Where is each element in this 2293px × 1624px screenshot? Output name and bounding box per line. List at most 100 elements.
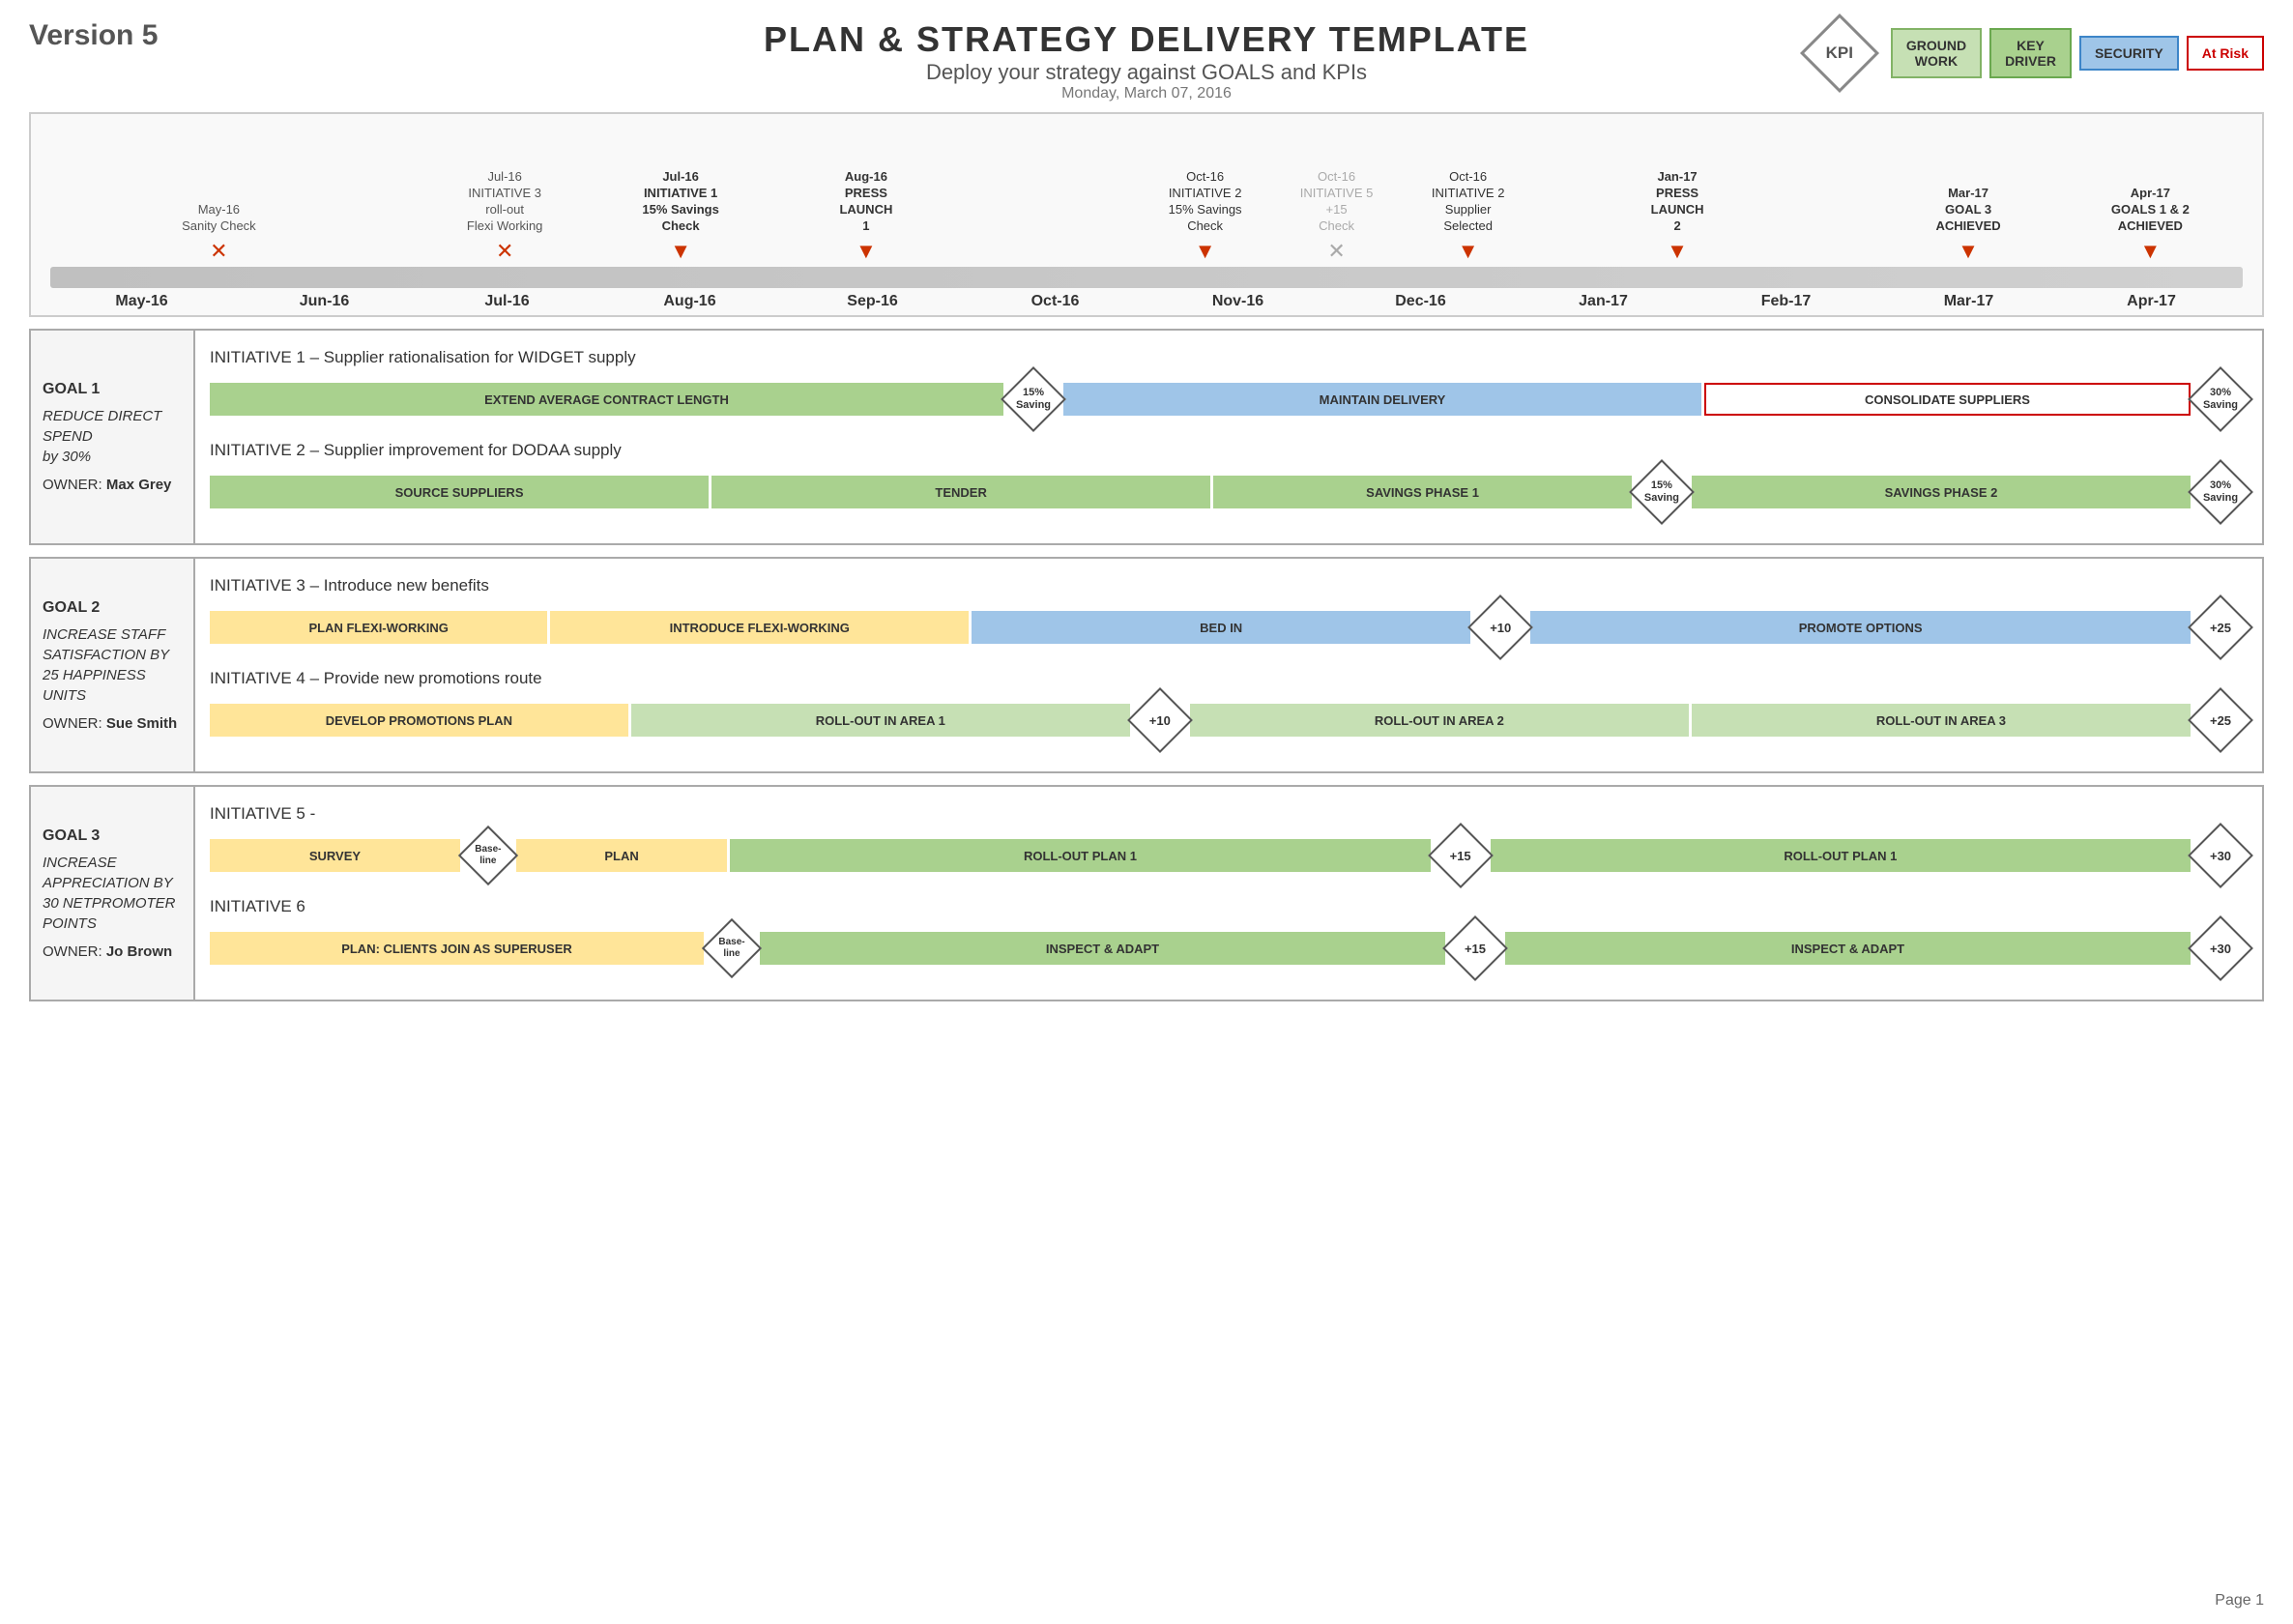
diamond-15pct-saving-2: 15%Saving	[1635, 465, 1689, 519]
month-jun16: Jun-16	[233, 293, 416, 310]
month-apr17: Apr-17	[2060, 293, 2243, 310]
diamond-plus25-2: +25	[2193, 693, 2248, 747]
initiative4-title: INITIATIVE 4 – Provide new promotions ro…	[210, 669, 2248, 688]
milestone-jul16-init3: Jul-16INITIATIVE 3roll-outFlexi Working …	[467, 169, 543, 264]
goal1-sidebar: GOAL 1 REDUCE DIRECT SPENDby 30% OWNER: …	[31, 331, 195, 543]
bar-introduce-flexi: INTRODUCE FLEXI-WORKING	[550, 611, 969, 644]
bar-tender: TENDER	[711, 476, 1210, 508]
diamond-baseline-1: Base-line	[463, 830, 513, 881]
legend-atrisk: At Risk	[2187, 36, 2264, 71]
bar-promote-options: PROMOTE OPTIONS	[1530, 611, 2191, 644]
diamond-plus15-2: +15	[1448, 921, 1502, 975]
month-oct16: Oct-16	[964, 293, 1146, 310]
initiative4-bars: DEVELOP PROMOTIONS PLAN ROLL-OUT IN AREA…	[210, 693, 2248, 747]
kpi-diamond: KPI	[1806, 19, 1873, 87]
initiative3-row: INITIATIVE 3 – Introduce new benefits PL…	[210, 576, 2248, 654]
initiative6-title: INITIATIVE 6	[210, 897, 2248, 916]
goal2-content: INITIATIVE 3 – Introduce new benefits PL…	[195, 559, 2262, 771]
diamond-plus10-1: +10	[1473, 600, 1527, 654]
initiative3-bars: PLAN FLEXI-WORKING INTRODUCE FLEXI-WORKI…	[210, 600, 2248, 654]
legend-security: SECURITY	[2079, 36, 2179, 71]
diamond-plus25-1: +25	[2193, 600, 2248, 654]
diamond-plus30-2: +30	[2193, 921, 2248, 975]
bar-maintain-delivery: MAINTAIN DELIVERY	[1063, 383, 1701, 416]
month-dec16: Dec-16	[1329, 293, 1512, 310]
goal3-description: INCREASE APPRECIATION BY 30 NETPROMOTER …	[43, 853, 182, 934]
initiative3-title: INITIATIVE 3 – Introduce new benefits	[210, 576, 2248, 595]
diamond-30pct-saving-1: 30%Saving	[2193, 372, 2248, 426]
bar-plan-clients: PLAN: CLIENTS JOIN AS SUPERUSER	[210, 932, 704, 965]
milestone-labels: May-16Sanity Check ✕ Jul-16INITIATIVE 3r…	[50, 124, 2243, 264]
initiative6-row: INITIATIVE 6 PLAN: CLIENTS JOIN AS SUPER…	[210, 897, 2248, 975]
bar-plan: PLAN	[516, 839, 727, 872]
month-jan17: Jan-17	[1512, 293, 1695, 310]
goal3-section: GOAL 3 INCREASE APPRECIATION BY 30 NETPR…	[29, 785, 2264, 1001]
bar-bed-in: BED IN	[972, 611, 1470, 644]
kpi-label: KPI	[1826, 44, 1853, 63]
month-nov16: Nov-16	[1146, 293, 1329, 310]
timeline-section: May-16Sanity Check ✕ Jul-16INITIATIVE 3r…	[29, 112, 2264, 317]
bar-rollout-area3: ROLL-OUT IN AREA 3	[1692, 704, 2191, 737]
page-number: Page 1	[2215, 1592, 2264, 1610]
goal3-content: INITIATIVE 5 - SURVEY Base-line PLAN ROL…	[195, 787, 2262, 1000]
goal1-owner: OWNER: Max Grey	[43, 477, 182, 493]
initiative2-title: INITIATIVE 2 – Supplier improvement for …	[210, 441, 2248, 460]
initiative2-row: INITIATIVE 2 – Supplier improvement for …	[210, 441, 2248, 519]
initiative1-title: INITIATIVE 1 – Supplier rationalisation …	[210, 348, 2248, 367]
diamond-plus15-1: +15	[1434, 828, 1488, 883]
bar-develop-promo: DEVELOP PROMOTIONS PLAN	[210, 704, 628, 737]
month-mar17: Mar-17	[1877, 293, 2060, 310]
goal1-section: GOAL 1 REDUCE DIRECT SPENDby 30% OWNER: …	[29, 329, 2264, 545]
milestone-apr17: Apr-17GOALS 1 & 2ACHIEVED ▼	[2111, 186, 2190, 264]
diamond-15pct-saving: 15%Saving	[1006, 372, 1060, 426]
diamond-plus10-2: +10	[1133, 693, 1187, 747]
goal2-description: INCREASE STAFF SATISFACTION BY 25 HAPPIN…	[43, 624, 182, 706]
goal2-section: GOAL 2 INCREASE STAFF SATISFACTION BY 25…	[29, 557, 2264, 773]
bar-inspect-adapt-1: INSPECT & ADAPT	[760, 932, 1445, 965]
milestone-may16: May-16Sanity Check ✕	[182, 202, 256, 264]
bar-survey: SURVEY	[210, 839, 460, 872]
goal2-sidebar: GOAL 2 INCREASE STAFF SATISFACTION BY 25…	[31, 559, 195, 771]
bar-savings-phase2: SAVINGS PHASE 2	[1692, 476, 2191, 508]
bar-plan-flexi: PLAN FLEXI-WORKING	[210, 611, 547, 644]
initiative1-bars: EXTEND AVERAGE CONTRACT LENGTH 15%Saving…	[210, 372, 2248, 426]
milestone-mar17: Mar-17GOAL 3ACHIEVED ▼	[1935, 186, 2000, 264]
version-label: Version 5	[29, 19, 158, 52]
goal3-owner: OWNER: Jo Brown	[43, 943, 182, 960]
month-feb17: Feb-17	[1695, 293, 1877, 310]
milestone-oct16-init2: Oct-16INITIATIVE 215% SavingsCheck ▼	[1169, 169, 1242, 264]
goal1-content: INITIATIVE 1 – Supplier rationalisation …	[195, 331, 2262, 543]
milestone-oct16-supplier: Oct-16INITIATIVE 2SupplierSelected ▼	[1432, 169, 1505, 264]
page: Version 5 PLAN & STRATEGY DELIVERY TEMPL…	[0, 0, 2293, 1624]
initiative2-bars: SOURCE SUPPLIERS TENDER SAVINGS PHASE 1 …	[210, 465, 2248, 519]
initiative6-bars: PLAN: CLIENTS JOIN AS SUPERUSER Base-lin…	[210, 921, 2248, 975]
milestone-aug16: Aug-16PRESSLAUNCH1 ▼	[839, 169, 892, 264]
header-date: Monday, March 07, 2016	[29, 85, 2264, 102]
goal2-owner: OWNER: Sue Smith	[43, 715, 182, 732]
bar-rollout-area1: ROLL-OUT IN AREA 1	[631, 704, 1130, 737]
bar-inspect-adapt-2: INSPECT & ADAPT	[1505, 932, 2191, 965]
bar-extend-contract: EXTEND AVERAGE CONTRACT LENGTH	[210, 383, 1003, 416]
goal1-header: GOAL 1	[43, 381, 182, 398]
diamond-plus30-1: +30	[2193, 828, 2248, 883]
milestone-oct16-init5: Oct-16INITIATIVE 5+15Check ✕	[1300, 169, 1374, 264]
bar-rollout-plan1b: ROLL-OUT PLAN 1	[1491, 839, 2191, 872]
bar-consolidate-suppliers: CONSOLIDATE SUPPLIERS	[1704, 383, 2191, 416]
header: Version 5 PLAN & STRATEGY DELIVERY TEMPL…	[29, 19, 2264, 102]
bar-source-suppliers: SOURCE SUPPLIERS	[210, 476, 709, 508]
bar-savings-phase1: SAVINGS PHASE 1	[1213, 476, 1632, 508]
bar-rollout-area2: ROLL-OUT IN AREA 2	[1190, 704, 1689, 737]
initiative4-row: INITIATIVE 4 – Provide new promotions ro…	[210, 669, 2248, 747]
month-aug16: Aug-16	[598, 293, 781, 310]
initiative5-title: INITIATIVE 5 -	[210, 804, 2248, 824]
goal2-header: GOAL 2	[43, 599, 182, 617]
diamond-baseline-2: Base-line	[707, 923, 757, 973]
legend-area: KPI GROUNDWORK KEYDRIVER SECURITY At Ris…	[1806, 19, 2264, 87]
legend-groundwork: GROUNDWORK	[1891, 28, 1982, 78]
bar-rollout-plan1a: ROLL-OUT PLAN 1	[730, 839, 1430, 872]
initiative5-bars: SURVEY Base-line PLAN ROLL-OUT PLAN 1 +1…	[210, 828, 2248, 883]
initiative5-row: INITIATIVE 5 - SURVEY Base-line PLAN ROL…	[210, 804, 2248, 883]
goal3-sidebar: GOAL 3 INCREASE APPRECIATION BY 30 NETPR…	[31, 787, 195, 1000]
goal3-header: GOAL 3	[43, 827, 182, 845]
month-sep16: Sep-16	[781, 293, 964, 310]
